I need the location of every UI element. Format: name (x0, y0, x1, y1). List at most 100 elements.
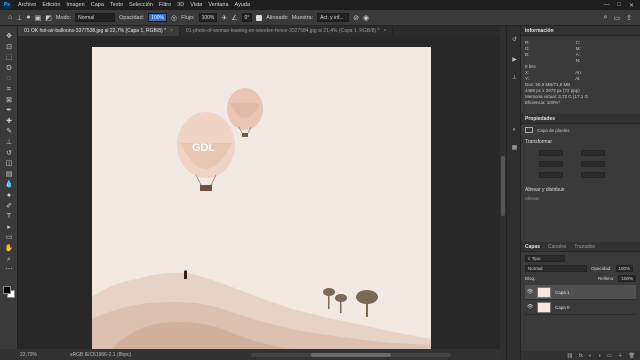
trash-icon[interactable]: 🗑 (629, 353, 635, 359)
menu-edicion[interactable]: Edición (39, 2, 63, 8)
menu-ayuda[interactable]: Ayuda (232, 2, 254, 8)
search-icon[interactable]: ⌕ (604, 14, 608, 22)
layer-row-capa-1[interactable]: 👁 Capa 1 (525, 285, 636, 300)
tab-paths[interactable]: Trazados (574, 242, 595, 251)
menu-texto[interactable]: Texto (107, 2, 126, 8)
brush-icon[interactable]: ✎ (3, 127, 15, 137)
new-layer-icon[interactable]: ＋ (618, 352, 623, 359)
width-field[interactable] (539, 150, 563, 156)
ignore-adjustment-icon[interactable]: ⊘ (353, 14, 359, 22)
menu-archivo[interactable]: Archivo (15, 2, 39, 8)
pressure-size-icon[interactable]: ◉ (363, 14, 369, 22)
sample-select[interactable]: Act. y inf... (317, 13, 350, 22)
tab-hot-air-balloons[interactable]: 01 OK hot-air-balloons-3377538.jpg al 22… (18, 26, 180, 36)
play-action-icon[interactable]: ▶ (510, 56, 519, 65)
menu-filtro[interactable]: Filtro (156, 2, 174, 8)
pen-icon[interactable]: ✐ (3, 202, 15, 212)
brush-preset-icon[interactable]: ● (26, 14, 30, 21)
blend-mode-select[interactable]: Normal (525, 265, 587, 272)
type-icon[interactable]: T (3, 212, 15, 222)
marquee-icon[interactable]: ⬚ (3, 53, 15, 63)
info-panel-title[interactable]: Información (525, 26, 554, 35)
crop-icon[interactable]: ⌗ (3, 85, 15, 95)
zoom-icon[interactable]: ⌕ (3, 255, 15, 265)
fill-field[interactable]: 100% (618, 275, 636, 282)
frame-icon[interactable]: ⊠ (3, 96, 15, 106)
menu-ventana[interactable]: Ventana (205, 2, 231, 8)
hand-icon[interactable]: ✋ (3, 244, 15, 254)
history-icon[interactable]: ↺ (510, 36, 519, 45)
toggle-panel-icon[interactable]: ▣ (35, 14, 42, 22)
workspace-icon[interactable]: ▭ (614, 14, 621, 22)
pressure-opacity-icon[interactable]: ◎ (171, 14, 177, 22)
share-icon[interactable]: ⇪ (626, 14, 632, 22)
scrollbar-thumb[interactable] (501, 156, 505, 216)
close-button[interactable]: ✕ (629, 2, 634, 9)
layer-filter-select[interactable]: ⌕ Tipo (525, 255, 565, 262)
move-icon[interactable]: ✥ (3, 32, 15, 42)
angle-field[interactable] (539, 172, 563, 178)
clone-source-icon[interactable]: ⊥ (510, 74, 519, 83)
eye-icon[interactable]: 👁 (527, 289, 533, 295)
y-field[interactable] (581, 161, 605, 167)
path-select-icon[interactable]: ▸ (3, 223, 15, 233)
menu-3d[interactable]: 3D (174, 2, 187, 8)
tab-woman-fence[interactable]: 01-photo-of-woman-leaning-on-wooden-fenc… (180, 26, 394, 36)
edit-toolbar-icon[interactable]: ⋯ (3, 265, 15, 275)
group-icon[interactable]: ▭ (607, 353, 612, 359)
document-canvas[interactable]: GDL (92, 47, 431, 349)
tab-close-icon[interactable]: × (170, 28, 173, 34)
mask-icon[interactable]: ◐ (589, 353, 592, 359)
eye-icon[interactable]: 👁 (527, 304, 533, 310)
menu-seleccion[interactable]: Selección (126, 2, 156, 8)
home-icon[interactable]: ⌂ (8, 14, 12, 21)
tab-close-icon[interactable]: × (383, 28, 386, 34)
adjust-icon[interactable]: ◐ (510, 126, 519, 135)
mode-select[interactable]: Normal (75, 13, 116, 22)
flow-field[interactable]: 100% (198, 13, 218, 22)
menu-capa[interactable]: Capa (88, 2, 107, 8)
height-field[interactable] (581, 150, 605, 156)
quick-select-icon[interactable]: ◌ (3, 74, 15, 84)
minimize-button[interactable]: — (603, 2, 609, 9)
layer-row-capa-0[interactable]: 👁 Capa 0 (525, 300, 636, 315)
swatches-icon[interactable]: ▦ (510, 144, 519, 153)
airbrush-icon[interactable]: ✈ (221, 14, 227, 22)
zoom-level[interactable]: 22,73% (0, 352, 40, 358)
clone-stamp-icon[interactable]: ⊥ (16, 14, 22, 22)
shape-icon[interactable]: ▭ (3, 233, 15, 243)
x-field[interactable] (539, 161, 563, 167)
opacity-field[interactable]: 100% (148, 13, 167, 22)
eyedropper-icon[interactable]: ✒ (3, 106, 15, 116)
adjustment-icon[interactable]: ◑ (598, 353, 601, 359)
layer-opacity-field[interactable]: 100% (615, 265, 634, 272)
horizontal-scrollbar[interactable] (251, 352, 452, 357)
clone-source-icon[interactable]: ◩ (45, 14, 52, 22)
clone-stamp-icon[interactable]: ⊥ (3, 138, 15, 148)
gradient-icon[interactable]: ▤ (3, 170, 15, 180)
workspace[interactable]: GDL (18, 36, 500, 349)
foreground-color-swatch[interactable] (3, 286, 11, 294)
artboard-icon[interactable]: ⊡ (3, 43, 15, 53)
tab-layers[interactable]: Capas (525, 242, 540, 251)
align-section[interactable]: Alinear y distribuir (525, 187, 636, 193)
layer-name[interactable]: Capa 0 (555, 305, 570, 310)
maximize-button[interactable]: □ (617, 2, 621, 9)
angle-field[interactable]: 0° (241, 13, 253, 22)
color-profile[interactable]: sRGB IEC61966-2.1 (8bpc) (70, 352, 131, 358)
transform-section[interactable]: Transformar (525, 139, 636, 145)
menu-imagen[interactable]: Imagen (63, 2, 87, 8)
lasso-icon[interactable]: ʘ (3, 64, 15, 74)
blur-icon[interactable]: 💧 (3, 180, 15, 190)
eraser-icon[interactable]: ◫ (3, 159, 15, 169)
fx-icon[interactable]: fx (579, 353, 583, 359)
flip-field[interactable] (581, 172, 605, 178)
tab-channels[interactable]: Canales (548, 242, 566, 251)
history-brush-icon[interactable]: ↺ (3, 149, 15, 159)
properties-panel-title[interactable]: Propiedades (525, 114, 555, 123)
link-icon[interactable]: ⛓ (567, 353, 573, 359)
healing-icon[interactable]: ✚ (3, 117, 15, 127)
menu-vista[interactable]: Vista (187, 2, 205, 8)
layer-name[interactable]: Capa 1 (555, 290, 570, 295)
aligned-checkbox[interactable] (256, 14, 263, 21)
